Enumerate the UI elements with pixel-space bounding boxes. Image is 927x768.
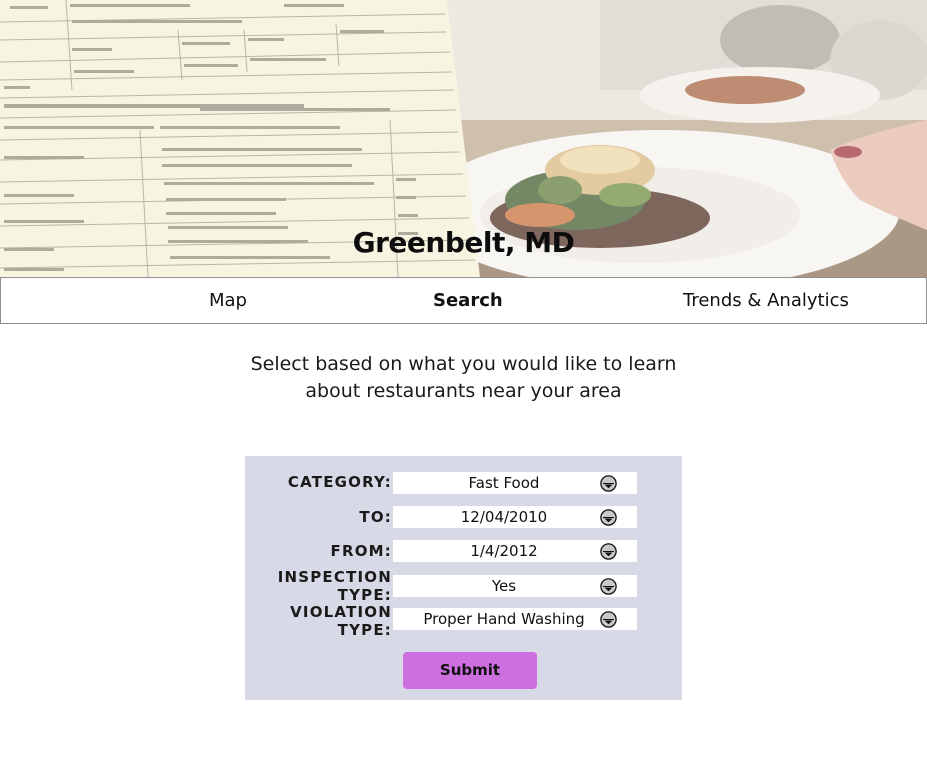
chevron-down-icon[interactable] bbox=[600, 475, 617, 492]
chevron-down-icon[interactable] bbox=[600, 543, 617, 560]
violation-type-label: VIOLATION TYPE: bbox=[290, 603, 392, 639]
nav-map-link[interactable]: Map bbox=[209, 290, 247, 311]
intro-text: Select based on what you would like to l… bbox=[0, 351, 927, 405]
to-date-label: TO: bbox=[359, 508, 392, 526]
violation-type-label-line-1: VIOLATION bbox=[290, 603, 392, 621]
to-date-value: 12/04/2010 bbox=[460, 508, 548, 526]
inspection-type-label-line-2: TYPE: bbox=[337, 586, 392, 604]
inspection-type-select[interactable]: Yes bbox=[393, 575, 637, 597]
from-date-select[interactable]: 1/4/2012 bbox=[393, 540, 637, 562]
from-date-value: 1/4/2012 bbox=[470, 542, 538, 560]
to-date-select[interactable]: 12/04/2010 bbox=[393, 506, 637, 528]
chevron-down-icon[interactable] bbox=[600, 509, 617, 526]
category-select[interactable]: Fast Food bbox=[393, 472, 637, 494]
chevron-down-icon[interactable] bbox=[600, 611, 617, 628]
main-nav: Map Search Trends & Analytics bbox=[0, 277, 927, 324]
category-value: Fast Food bbox=[468, 474, 540, 492]
intro-line-2: about restaurants near your area bbox=[305, 380, 622, 402]
page-title: Greenbelt, MD bbox=[352, 226, 575, 259]
intro-line-1: Select based on what you would like to l… bbox=[250, 353, 677, 375]
nav-trends-analytics-link[interactable]: Trends & Analytics bbox=[683, 290, 849, 311]
category-label: CATEGORY: bbox=[287, 473, 392, 491]
submit-button[interactable]: Submit bbox=[403, 652, 537, 689]
hero-banner: Greenbelt, MD bbox=[0, 0, 927, 277]
violation-type-value: Proper Hand Washing bbox=[423, 610, 585, 628]
search-form-panel: CATEGORY: Fast Food TO: 12/04/2010 FROM:… bbox=[245, 456, 682, 700]
nav-search-link[interactable]: Search bbox=[433, 290, 503, 311]
inspection-type-label: INSPECTION TYPE: bbox=[278, 568, 392, 604]
violation-type-select[interactable]: Proper Hand Washing bbox=[393, 608, 637, 630]
inspection-type-label-line-1: INSPECTION bbox=[277, 568, 392, 586]
from-date-label: FROM: bbox=[330, 542, 392, 560]
chevron-down-icon[interactable] bbox=[600, 578, 617, 595]
inspection-type-value: Yes bbox=[491, 577, 517, 595]
violation-type-label-line-2: TYPE: bbox=[337, 621, 392, 639]
